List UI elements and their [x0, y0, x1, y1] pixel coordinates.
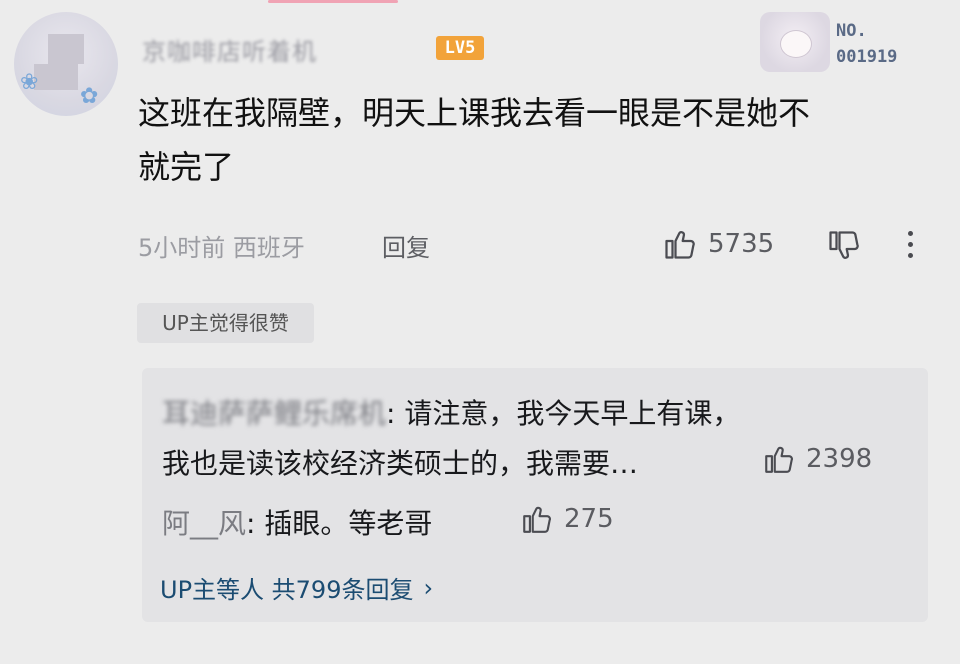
reply-like-button[interactable]: 2398 [762, 442, 872, 476]
comment-meta: 5小时前 西班牙 [138, 228, 305, 263]
up-liked-tag: UP主觉得很赞 [137, 303, 314, 343]
fan-badge-figure [760, 12, 830, 72]
comment-time: 5小时前 [138, 234, 226, 262]
chevron-right-icon: › [423, 573, 434, 602]
flower-icon: ✿ [80, 84, 99, 109]
top-accent-bar [268, 0, 398, 3]
reply-button[interactable]: 回复 [382, 228, 430, 263]
reply-item[interactable]: 耳迪萨萨鲤乐席机: 请注意，我今天早上有课， [162, 392, 740, 432]
reply-author[interactable]: 耳迪萨萨鲤乐席机 [162, 397, 386, 430]
reply-panel: 耳迪萨萨鲤乐席机: 请注意，我今天早上有课， 我也是读该校经济类硕士的，我需要…… [142, 368, 928, 622]
reply-text: 插眼。等老哥 [264, 507, 433, 540]
reply-like-button[interactable]: 275 [520, 502, 614, 536]
level-badge: LV5 [436, 36, 484, 60]
reply-colon: : [386, 397, 405, 430]
comment-text: 这班在我隔壁，明天上课我去看一眼是不是她不 就完了 [138, 86, 918, 194]
reply-text: 我也是读该校经济类硕士的，我需要… [162, 447, 639, 480]
thumbs-down-icon [829, 231, 859, 259]
comment-location: 西班牙 [232, 234, 305, 262]
badge-number: 001919 [836, 47, 898, 67]
reply-item[interactable]: 阿__风: 插眼。等老哥 [162, 502, 432, 542]
like-button[interactable]: 5735 [662, 226, 774, 262]
comment-username[interactable]: 京咖啡店听着机 [142, 32, 317, 67]
thumbs-up-icon [665, 231, 695, 259]
reply-colon: : [246, 507, 265, 540]
more-vertical-icon[interactable] [900, 228, 920, 264]
thumbs-up-icon [523, 506, 551, 533]
comment-text-line: 就完了 [138, 148, 235, 186]
more-replies-label: UP主等人 共799条回复 [160, 576, 414, 604]
reply-like-count: 275 [564, 504, 614, 534]
badge-label: NO. [836, 21, 867, 41]
reply-author[interactable]: 阿__风 [162, 507, 246, 540]
reply-like-count: 2398 [806, 444, 873, 474]
badge-character-icon [780, 30, 812, 58]
avatar-blur-patch [48, 34, 84, 64]
dislike-button[interactable] [826, 228, 862, 264]
reply-text: 请注意，我今天早上有课， [404, 397, 741, 430]
like-count: 5735 [708, 229, 775, 259]
reply-item-continued[interactable]: 我也是读该校经济类硕士的，我需要… [162, 442, 638, 482]
avatar[interactable]: ❀ ✿ [14, 12, 118, 116]
fan-badge-number: NO. 001919 [836, 18, 897, 70]
avatar-blur-patch [34, 64, 78, 90]
view-more-replies-link[interactable]: UP主等人 共799条回复 › [160, 570, 433, 605]
thumbs-up-icon [765, 446, 793, 473]
comment-text-line: 这班在我隔壁，明天上课我去看一眼是不是她不 [138, 94, 811, 132]
flower-icon: ❀ [20, 70, 39, 95]
